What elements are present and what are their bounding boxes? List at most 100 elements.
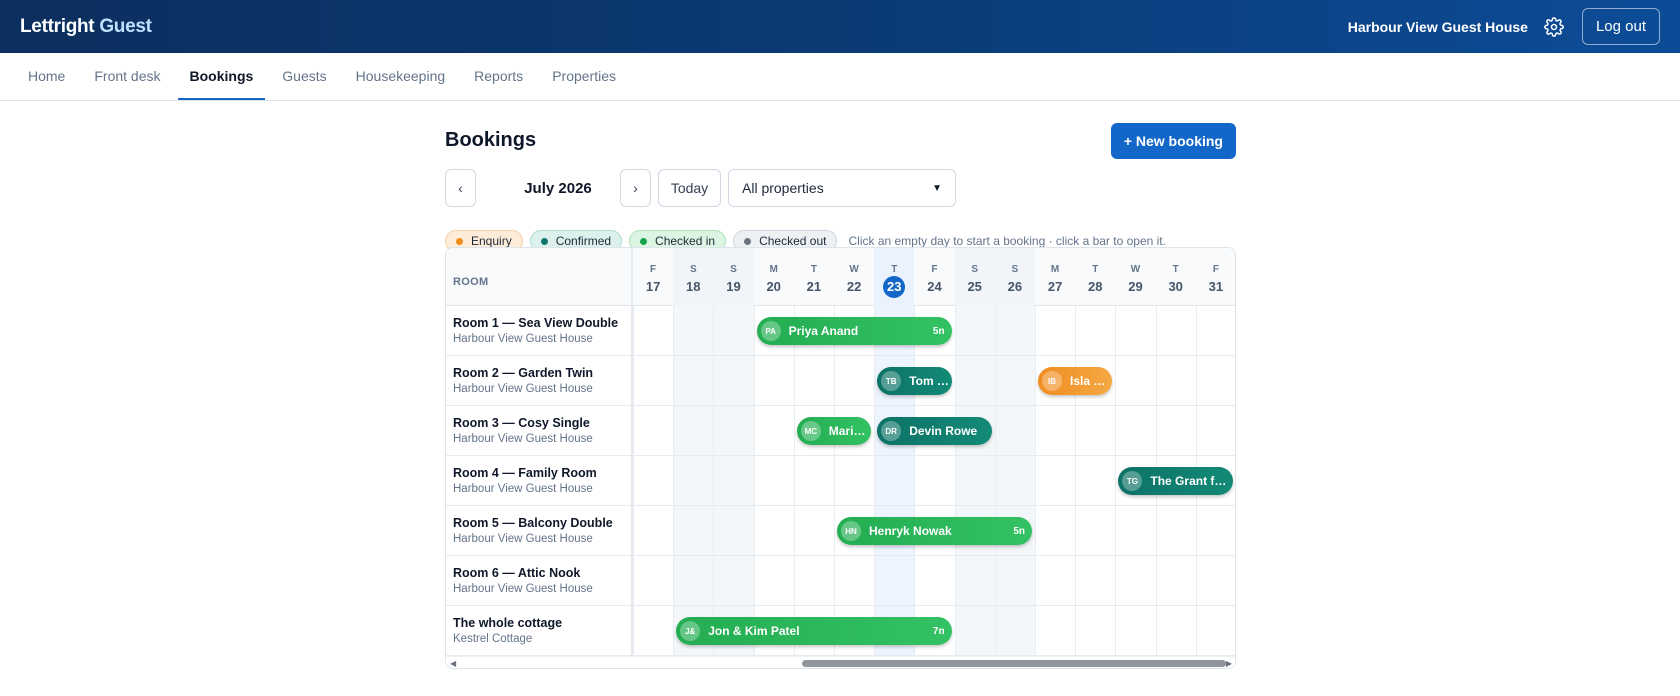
day-header: M 27 [1035, 248, 1075, 306]
calendar-header: ROOM F 17 S 18 S 19 M 20 T 21 W 22 T 23 F 24 S 25 S 26 M 27 T 2… [446, 248, 1235, 306]
nav-home[interactable]: Home [16, 53, 77, 100]
day-header: S 25 [954, 248, 995, 306]
legend-dot [456, 237, 463, 245]
guest-name: Tom … [909, 374, 949, 388]
brand-logo[interactable]: Lettright Guest [20, 16, 152, 38]
day-of-week: F [931, 264, 938, 275]
day-of-week: T [810, 264, 817, 275]
logout-button[interactable]: Log out [1581, 8, 1660, 45]
scroll-left-icon[interactable]: ◀ [450, 659, 456, 668]
nav-guests[interactable]: Guests [270, 53, 338, 100]
calendar-controls: ‹ July 2026 › Today All properties ▼ [445, 169, 1236, 225]
day-number: 17 [633, 279, 673, 294]
legend-dot [744, 237, 752, 245]
nav-front-desk[interactable]: Front desk [82, 53, 172, 100]
day-number: 18 [673, 279, 713, 294]
room-name: Room 6 — Attic Nook [453, 566, 581, 580]
brand-name-part2: Guest [99, 15, 152, 37]
room-property: Harbour View Guest House [453, 533, 593, 545]
booking-bar[interactable]: HN Henryk Nowak 5n [837, 517, 1032, 545]
day-number-text: 17 [645, 279, 661, 294]
day-of-week: M [1050, 264, 1060, 275]
guest-avatar: IB [1042, 371, 1062, 391]
day-header: F 24 [914, 248, 954, 306]
property-filter-select[interactable]: All properties ▼ [728, 169, 956, 207]
next-month-button[interactable]: › [620, 169, 651, 207]
room-property: Harbour View Guest House [453, 583, 593, 595]
room-row: Room 6 — Attic Nook Harbour View Guest Ho… [446, 556, 1235, 606]
day-number: 24 [914, 279, 954, 294]
guest-name: Maris… [828, 424, 872, 438]
day-number: 29 [1115, 279, 1155, 294]
nav-bookings[interactable]: Bookings [177, 53, 266, 100]
prev-month-button[interactable]: ‹ [445, 169, 476, 207]
nav-properties[interactable]: Properties [540, 53, 628, 100]
day-of-week: T [1172, 264, 1179, 275]
page-title: Bookings [445, 129, 537, 151]
day-header: S 19 [713, 248, 754, 306]
day-of-week: F [650, 264, 657, 275]
new-booking-button[interactable]: + New booking [1110, 123, 1236, 159]
day-header: T 30 [1156, 248, 1196, 306]
booking-calendar: ROOM F 17 S 18 S 19 M 20 T 21 W 22 T 23 F 24 S 25 S 26 M 27 T 2… [445, 247, 1236, 669]
booking-bar[interactable]: DR Devin Rowe [877, 417, 992, 445]
guest-avatar: TB [881, 371, 902, 391]
day-of-week: S [971, 264, 979, 275]
nav-reports[interactable]: Reports [462, 53, 535, 100]
booking-bar[interactable]: MC Maris… [796, 417, 872, 445]
guest-name: Jon & Kim Patel [708, 624, 800, 638]
day-number-text: 20 [766, 279, 781, 294]
day-of-week: T [891, 264, 898, 275]
guest-name: Devin Rowe [909, 424, 978, 438]
day-header: F 17 [633, 248, 673, 306]
scroll-right-icon[interactable]: ▶ [1226, 659, 1232, 668]
room-name: Room 1 — Sea View Double [453, 316, 619, 330]
room-property: Harbour View Guest House [453, 383, 593, 395]
day-number-text: 18 [686, 279, 701, 294]
booking-bar[interactable]: J& Jon & Kim Patel 7n [676, 617, 952, 645]
day-number: 20 [754, 279, 794, 294]
day-header: F 31 [1196, 248, 1235, 306]
room-name: Room 2 — Garden Twin [453, 366, 594, 380]
booking-bar[interactable]: TB Tom … [877, 367, 952, 395]
guest-name: Isla B… [1070, 374, 1113, 388]
day-of-week: W [1130, 264, 1141, 275]
day-number-text: 30 [1168, 279, 1183, 294]
day-number-text: 22 [846, 279, 862, 294]
day-number: 26 [995, 279, 1035, 294]
legend-label: Checked in [655, 234, 716, 248]
day-header: S 26 [994, 248, 1035, 306]
brand-name-part1: Lettright [20, 15, 95, 37]
room-row: Room 4 — Family Room Harbour View Guest H… [446, 456, 1235, 506]
room-property: Harbour View Guest House [453, 433, 593, 445]
today-button[interactable]: Today [658, 169, 721, 207]
legend-label: Enquiry [471, 234, 512, 248]
nights-count: 5n [932, 325, 945, 337]
day-of-week: W [849, 264, 859, 275]
gear-icon[interactable] [1544, 16, 1564, 37]
day-number-text: 27 [1047, 279, 1063, 294]
day-number: 22 [834, 279, 874, 294]
scrollbar-thumb[interactable] [802, 660, 1226, 667]
day-number: 23 [874, 276, 914, 298]
legend-label: Checked out [759, 234, 827, 248]
day-header: W 22 [834, 248, 874, 306]
booking-bar[interactable]: TG The Grant fa… [1118, 467, 1233, 495]
current-property-name[interactable]: Harbour View Guest House [1348, 19, 1528, 35]
nav-housekeeping[interactable]: Housekeeping [344, 53, 458, 100]
day-number-text: 28 [1088, 279, 1103, 294]
today-marker: 23 [883, 276, 906, 298]
day-of-week: T [1092, 264, 1099, 275]
nights-count: 7n [932, 625, 945, 637]
horizontal-scrollbar[interactable]: ◀ ▶ [446, 656, 1235, 668]
room-name: Room 3 — Cosy Single [453, 416, 590, 430]
guest-avatar: HN [841, 521, 861, 541]
day-number-text: 19 [726, 279, 741, 294]
room-property: Kestrel Cottage [453, 633, 533, 645]
day-number: 25 [955, 279, 995, 294]
booking-bar[interactable]: PA Priya Anand 5n [756, 317, 952, 345]
day-number: 28 [1075, 279, 1115, 294]
day-header: T 28 [1075, 248, 1115, 306]
booking-bar[interactable]: IB Isla B… [1038, 367, 1113, 395]
day-header: M 20 [754, 248, 794, 306]
